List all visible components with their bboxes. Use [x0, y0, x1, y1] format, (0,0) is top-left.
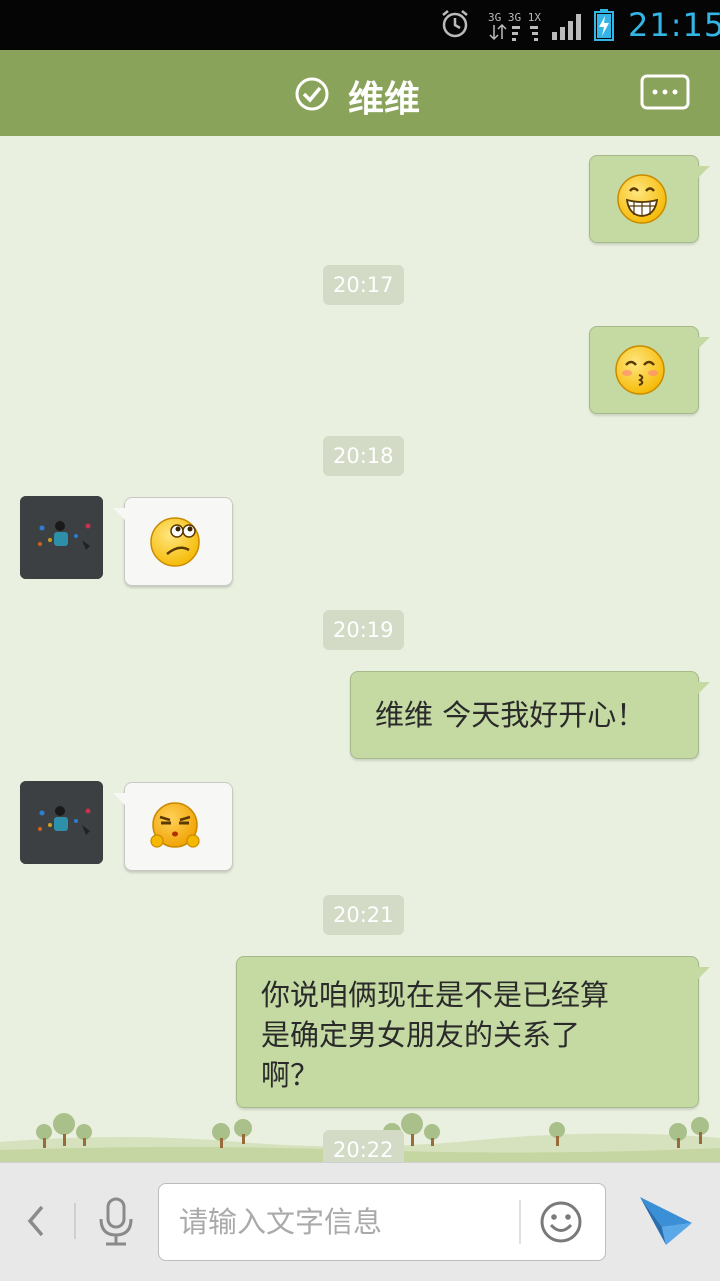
- kiss-emoji: [615, 345, 665, 395]
- more-dots-icon[interactable]: [640, 74, 690, 110]
- message-text-line-3: 啊？: [261, 1058, 320, 1092]
- confused-emoji: [150, 517, 200, 567]
- send-icon[interactable]: [636, 1193, 696, 1249]
- message-text-line-1: 你说咱俩现在是不是已经算: [261, 978, 610, 1012]
- message-input-box[interactable]: [158, 1183, 606, 1261]
- signal-icon: [552, 14, 581, 40]
- message-bubble-outgoing[interactable]: [589, 155, 710, 243]
- timestamp: 20:19: [323, 610, 404, 650]
- chat-header: 维维: [0, 50, 720, 142]
- message-text-line-2: 是确定男女朋友的关系了: [261, 1018, 581, 1052]
- back-chevron-icon[interactable]: [22, 1201, 52, 1241]
- chat-area[interactable]: 20:17 20:18 20:19 维维 今天我好开心！ 20:21 你说咱俩现…: [0, 136, 720, 1162]
- avatar-image: [20, 781, 103, 864]
- timestamp: 20:21: [323, 895, 404, 935]
- message-bubble-outgoing[interactable]: [589, 326, 710, 414]
- network-icon: 3G 3G 1X G: [488, 11, 548, 41]
- contact-avatar[interactable]: [20, 781, 103, 864]
- contact-name: 维维: [348, 79, 421, 120]
- network-label: 3G 3G 1X G: [488, 11, 548, 24]
- avatar-image: [20, 496, 103, 579]
- divider: [74, 1203, 76, 1239]
- check-circle-icon: [295, 77, 329, 111]
- timestamp: 20:17: [323, 265, 404, 305]
- timestamp: 20:22: [323, 1130, 404, 1162]
- message-bubble-outgoing[interactable]: 维维 今天我好开心！: [350, 671, 710, 759]
- timestamp: 20:18: [323, 436, 404, 476]
- input-bar: [0, 1162, 720, 1281]
- smug-emoji: [150, 802, 200, 848]
- grin-emoji: [617, 174, 667, 224]
- battery-charging-icon: [594, 9, 614, 41]
- status-clock: 21:15: [628, 6, 720, 44]
- message-bubble-outgoing[interactable]: 你说咱俩现在是不是已经算 是确定男女朋友的关系了 啊？: [236, 956, 710, 1108]
- status-bar: 3G 3G 1X G 21:15: [0, 0, 720, 50]
- message-input[interactable]: [177, 1198, 511, 1246]
- smiley-icon[interactable]: [539, 1200, 583, 1244]
- microphone-icon[interactable]: [96, 1197, 136, 1247]
- message-bubble-incoming[interactable]: [113, 497, 233, 586]
- contact-avatar[interactable]: [20, 496, 103, 579]
- message-bubble-incoming[interactable]: [113, 782, 233, 871]
- divider: [519, 1200, 521, 1244]
- alarm-icon: [442, 10, 468, 38]
- message-text: 维维 今天我好开心！: [375, 698, 646, 732]
